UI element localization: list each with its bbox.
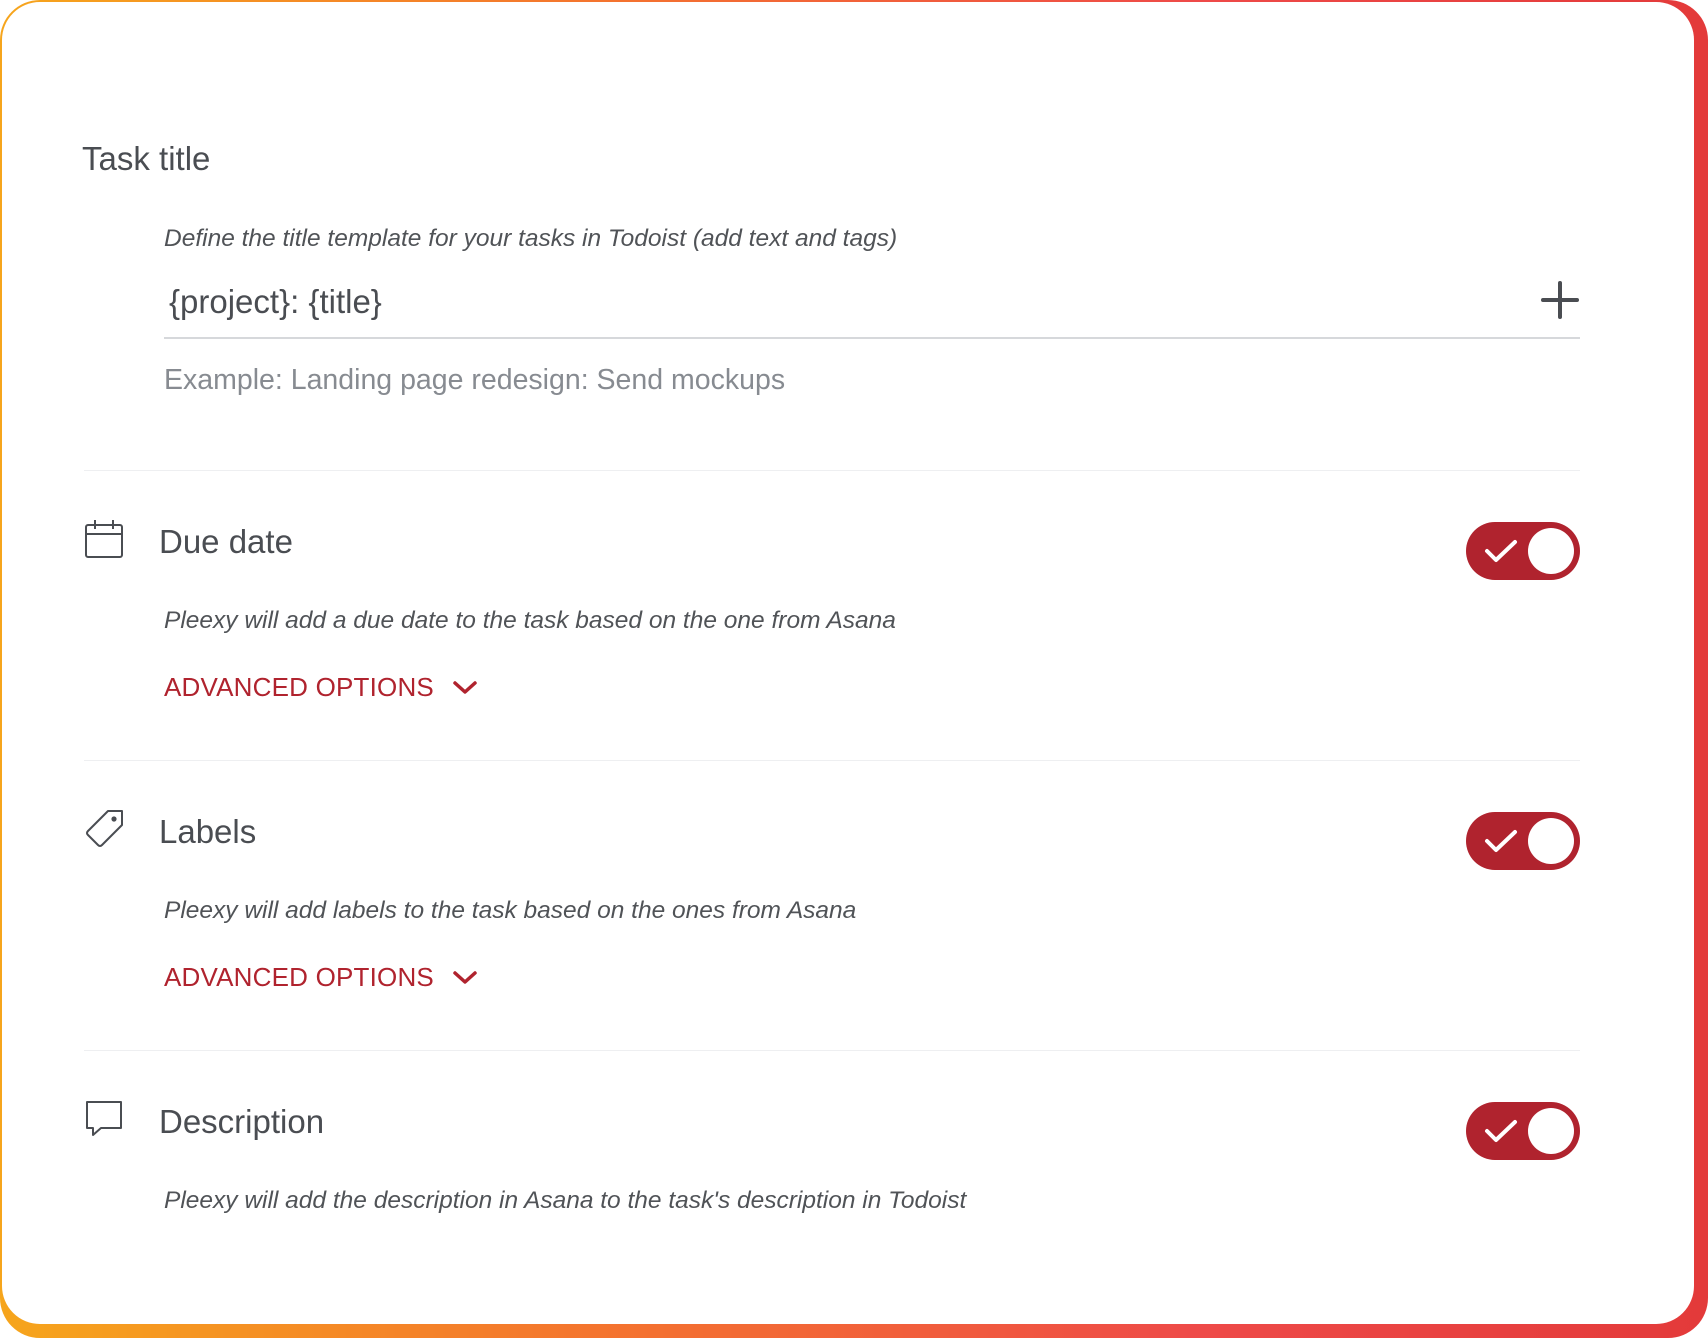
task-title-heading: Task title [82, 140, 211, 177]
labels-advanced-options[interactable]: ADVANCED OPTIONS [164, 962, 478, 993]
labels-heading: Labels [159, 813, 257, 850]
task-title-description: Define the title template for your tasks… [164, 225, 898, 252]
divider [84, 760, 1580, 761]
toggle-knob [1528, 528, 1574, 574]
divider [84, 1050, 1580, 1051]
tag-icon [86, 810, 123, 847]
chevron-down-icon [453, 680, 477, 694]
description-heading: Description [159, 1103, 325, 1140]
title-template-input[interactable]: {project}: {title} [164, 277, 1580, 339]
title-template-value: {project}: {title} [169, 283, 382, 320]
check-icon [1485, 1120, 1517, 1142]
description-toggle[interactable] [1466, 1102, 1580, 1160]
toggle-knob [1528, 818, 1574, 864]
labels-toggle[interactable] [1466, 812, 1580, 870]
plus-icon[interactable] [1540, 280, 1580, 320]
advanced-options-label: ADVANCED OPTIONS [164, 962, 434, 992]
due-date-heading: Due date [159, 523, 293, 560]
check-icon [1485, 830, 1517, 852]
chevron-down-icon [453, 970, 477, 984]
title-example: Example: Landing page redesign: Send moc… [164, 364, 786, 396]
advanced-options-label: ADVANCED OPTIONS [164, 672, 434, 702]
check-icon [1485, 540, 1517, 562]
toggle-knob [1528, 1108, 1574, 1154]
calendar-icon [85, 520, 123, 558]
due-date-toggle[interactable] [1466, 522, 1580, 580]
due-date-advanced-options[interactable]: ADVANCED OPTIONS [164, 672, 478, 703]
speech-bubble-icon [86, 1101, 122, 1136]
labels-description: Pleexy will add labels to the task based… [164, 897, 857, 924]
settings-card: Task title Define the title template for… [2, 2, 1694, 1324]
divider [84, 470, 1580, 471]
description-description: Pleexy will add the description in Asana… [164, 1187, 967, 1214]
due-date-description: Pleexy will add a due date to the task b… [164, 607, 896, 634]
